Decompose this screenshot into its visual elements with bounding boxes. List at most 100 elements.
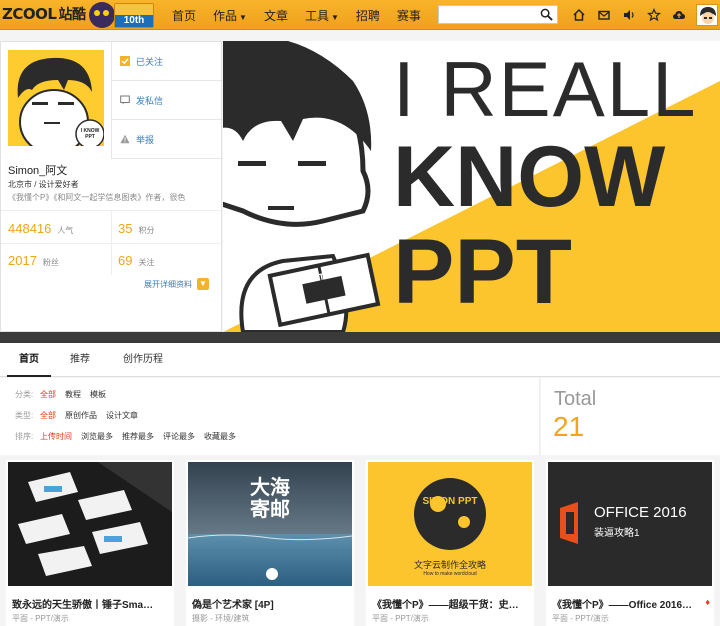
stat-popularity: 448416 人气	[8, 221, 73, 236]
filter-option[interactable]: 推荐最多	[122, 431, 154, 442]
chevron-down-icon: ▼	[239, 12, 247, 22]
thumbnail-image	[8, 462, 172, 586]
tab-recommended[interactable]: 推荐	[60, 343, 100, 377]
anniversary-badge[interactable]: 10th	[114, 3, 154, 28]
chevron-down-icon: ▼	[330, 12, 339, 22]
work-thumbnail[interactable]	[8, 462, 172, 586]
total-label: Total	[554, 388, 597, 410]
profile-tabs: 首页 推荐 创作历程	[0, 343, 720, 377]
work-grid: 致永远的天生骄傲丨锤子Sma… 平面 - PPT/演示 大海寄邮 偽是个艺术家 …	[0, 455, 720, 626]
filter-option[interactable]: 全部	[40, 410, 56, 421]
profile-card: I KNOW PPT 已关注 发私信 举报 Simon_阿文 北京市 / 设计爱…	[0, 41, 223, 332]
nav-works[interactable]: 作品 ▼	[213, 7, 247, 24]
upload-cloud-icon[interactable]	[666, 0, 691, 30]
banner-line2: KNOW	[393, 129, 666, 225]
zcool-profile-page: ZCOOL站酷 10th 首页 作品▼ 文章 工具▼ 招聘 赛事 更多▼	[0, 0, 720, 626]
stats-divider	[1, 243, 221, 244]
expand-label: 展开详细资料	[144, 279, 192, 289]
chevron-down-icon: ▼	[197, 278, 209, 290]
anniversary-label: 10th	[115, 15, 153, 27]
filter-option[interactable]: 设计文章	[106, 410, 138, 421]
avatar-badge-text: I KNOW PPT	[80, 128, 100, 140]
search-icon[interactable]	[540, 8, 553, 21]
filter-category: 分类: 全部 教程 模板	[15, 389, 115, 400]
follow-button[interactable]: 已关注	[112, 42, 223, 81]
report-button[interactable]: 举报	[112, 120, 223, 159]
work-thumbnail[interactable]: SIMON PPT 文字云制作全攻略 How to make wordcloud	[368, 462, 532, 586]
stat-value: 35	[118, 221, 133, 236]
work-title[interactable]: 偽是个艺术家 [4P]	[192, 596, 348, 611]
filter-option[interactable]: 上传时间	[40, 431, 72, 442]
nav-works-label: 作品	[213, 8, 238, 23]
work-meta: 平面 - PPT/演示	[552, 614, 609, 623]
work-title[interactable]: 《我懂个P》——Office 2016…	[552, 596, 708, 611]
filter-option[interactable]: 模板	[90, 389, 106, 400]
filter-panel: 分类: 全部 教程 模板 类型: 全部 原创作品 设计文章 排序: 上传时间 浏…	[0, 378, 540, 455]
user-name[interactable]: Simon_阿文	[8, 162, 67, 178]
site-logo[interactable]: ZCOOL 站酷	[2, 4, 86, 26]
home-icon[interactable]	[566, 0, 591, 30]
filter-sort: 排序: 上传时间 浏览最多 推荐最多 评论最多 收藏最多	[15, 431, 245, 442]
work-card[interactable]: 致永远的天生骄傲丨锤子Sma… 平面 - PPT/演示	[6, 460, 174, 626]
filter-option[interactable]: 评论最多	[163, 431, 195, 442]
expand-profile-link[interactable]: 展开详细资料 ▼	[144, 278, 209, 290]
filter-option[interactable]: 教程	[65, 389, 81, 400]
work-title[interactable]: 致永远的天生骄傲丨锤子Sma…	[12, 596, 168, 611]
stat-followers[interactable]: 2017 粉丝	[8, 253, 59, 268]
logo-text: ZCOOL	[2, 5, 57, 23]
speaker-icon[interactable]	[616, 0, 641, 30]
filter-label: 排序:	[15, 432, 34, 441]
thumbnail-overlay-text: 大海寄邮	[250, 475, 290, 521]
total-count-box: Total 21	[541, 378, 720, 455]
work-thumbnail[interactable]: 大海寄邮	[188, 462, 352, 586]
star-icon[interactable]	[641, 0, 666, 30]
tab-home[interactable]: 首页	[7, 343, 51, 377]
filter-type: 类型: 全部 原创作品 设计文章	[15, 410, 147, 421]
stat-following[interactable]: 69 关注	[118, 253, 154, 268]
work-title[interactable]: 《我懂个P》——超级干货：史…	[372, 596, 528, 611]
checkbox-icon	[120, 56, 130, 66]
user-avatar[interactable]	[696, 4, 718, 26]
filter-label: 分类:	[15, 390, 34, 399]
work-card[interactable]: OFFICE 2016 装逼攻略1 《我懂个P》——Office 2016… ♦…	[546, 460, 714, 626]
thumbnail-overlay-caption: How to make wordcloud	[423, 571, 477, 577]
nav-articles-label: 文章	[263, 8, 288, 23]
filter-option[interactable]: 全部	[40, 389, 56, 400]
work-card[interactable]: SIMON PPT 文字云制作全攻略 How to make wordcloud…	[366, 460, 534, 626]
banner-bottom-band	[0, 332, 720, 343]
filter-option[interactable]: 收藏最多	[204, 431, 236, 442]
message-label: 发私信	[136, 95, 164, 106]
stat-label: 积分	[138, 226, 155, 235]
user-description: 《我懂个P》《和阿文一起学信息图表》作者，很色	[8, 193, 186, 202]
nav-articles[interactable]: 文章	[264, 7, 288, 24]
mail-icon[interactable]	[591, 0, 616, 30]
nav-contests[interactable]: 赛事	[397, 7, 421, 24]
nav-home[interactable]: 首页	[172, 7, 196, 24]
anniversary-badge-top	[115, 4, 153, 15]
work-meta: 摄影 - 环境/建筑	[192, 614, 250, 623]
work-card[interactable]: 大海寄邮 偽是个艺术家 [4P] 摄影 - 环境/建筑	[186, 460, 354, 626]
total-value: 21	[553, 411, 585, 442]
profile-banner: PPT I REALL KNOW PPT	[223, 41, 720, 332]
nav-tools[interactable]: 工具 ▼	[305, 7, 339, 24]
work-meta: 平面 - PPT/演示	[372, 614, 429, 623]
search-input[interactable]	[438, 5, 558, 24]
profile-actions: 已关注 发私信 举报	[111, 42, 223, 159]
follow-label: 已关注	[136, 56, 164, 67]
tab-history[interactable]: 创作历程	[114, 343, 172, 377]
stat-value: 69	[118, 253, 133, 268]
message-button[interactable]: 发私信	[112, 81, 223, 120]
stat-points: 35 积分	[118, 221, 154, 236]
work-thumbnail[interactable]: OFFICE 2016 装逼攻略1	[548, 462, 712, 586]
filter-option[interactable]: 浏览最多	[81, 431, 113, 442]
thumbnail-overlay-subtitle: 装逼攻略1	[594, 528, 640, 539]
banner-line3: PPT	[393, 221, 572, 323]
nav-jobs-label: 招聘	[355, 8, 380, 23]
nav-jobs[interactable]: 招聘	[356, 7, 380, 24]
stat-label: 关注	[138, 258, 155, 267]
user-toolbar	[566, 0, 691, 30]
hot-icon: ♦	[705, 597, 710, 607]
filter-label: 类型:	[15, 411, 34, 420]
filter-option[interactable]: 原创作品	[65, 410, 97, 421]
thumbnail-overlay-title: OFFICE 2016	[594, 504, 687, 521]
